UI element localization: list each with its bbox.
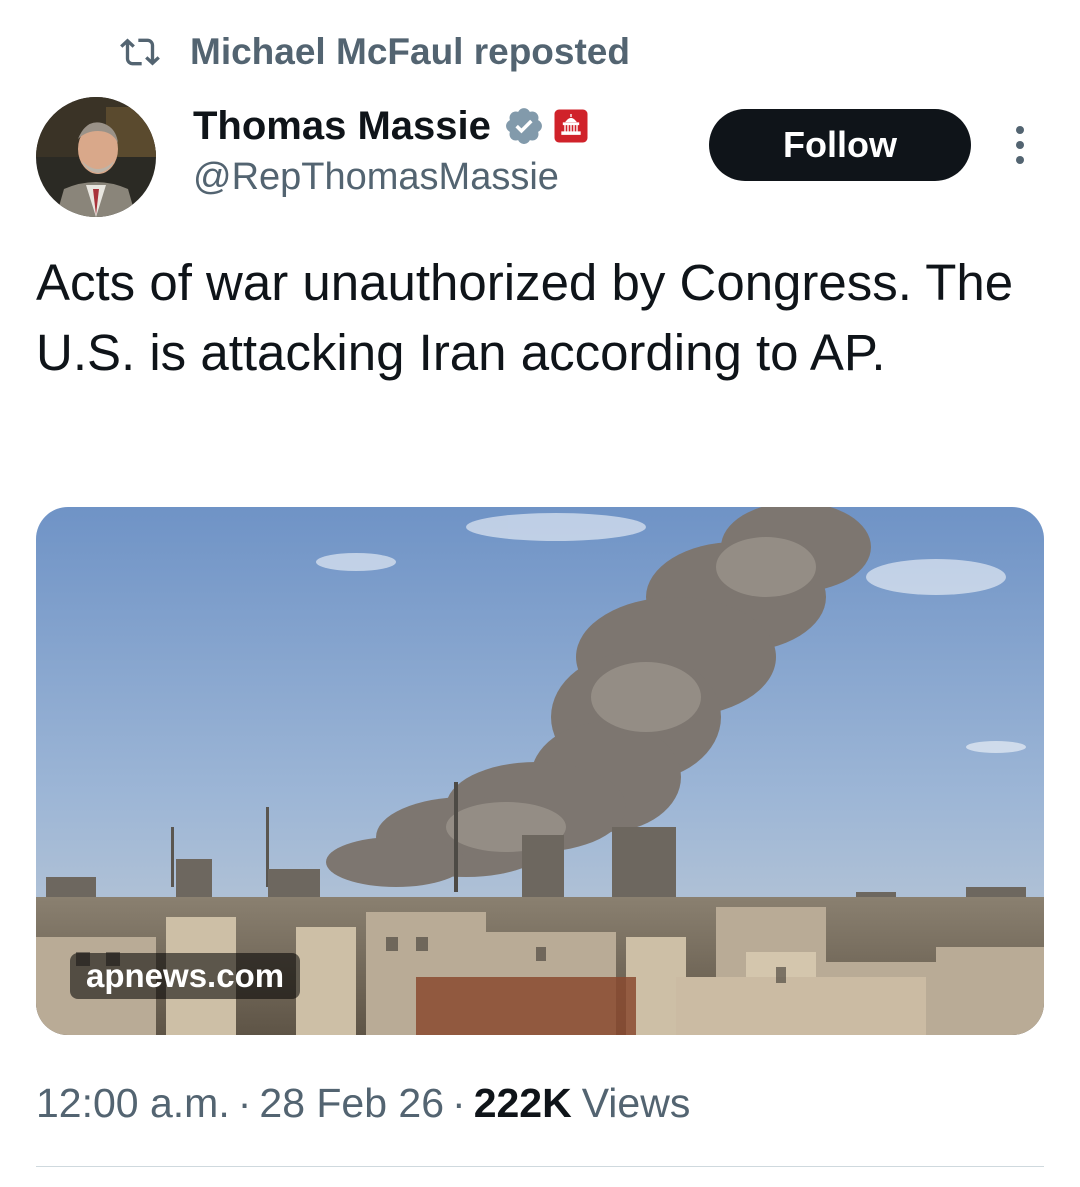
- verified-badge-icon[interactable]: [503, 105, 545, 147]
- link-domain-label: apnews.com: [70, 953, 301, 999]
- avatar[interactable]: [36, 97, 156, 217]
- follow-button[interactable]: Follow: [709, 109, 971, 181]
- author-name[interactable]: Thomas Massie: [193, 104, 491, 149]
- more-options-icon[interactable]: [1003, 120, 1037, 170]
- link-card-image[interactable]: apnews.com: [36, 507, 1044, 1035]
- repost-header[interactable]: Michael McFaul reposted: [120, 28, 630, 76]
- tweet-date[interactable]: 28 Feb 26: [259, 1080, 444, 1127]
- meta-separator: ·: [237, 1080, 252, 1126]
- avatar-image: [36, 97, 156, 217]
- divider: [36, 1166, 1044, 1167]
- tweet-time[interactable]: 12:00 a.m.: [36, 1080, 230, 1127]
- repost-icon: [120, 38, 160, 66]
- tweet-text: Acts of war unauthorized by Congress. Th…: [36, 254, 1014, 381]
- repost-text: Michael McFaul reposted: [190, 31, 630, 72]
- author-handle[interactable]: @RepThomasMassie: [193, 156, 559, 199]
- views-count: 222K: [473, 1080, 572, 1126]
- us-capitol-icon[interactable]: [553, 108, 589, 144]
- author-name-row: Thomas Massie: [193, 100, 589, 152]
- tweet-meta: 12:00 a.m. · 28 Feb 26 · 222K Views: [36, 1080, 690, 1127]
- views-label: Views: [581, 1080, 691, 1126]
- meta-separator: ·: [452, 1080, 466, 1126]
